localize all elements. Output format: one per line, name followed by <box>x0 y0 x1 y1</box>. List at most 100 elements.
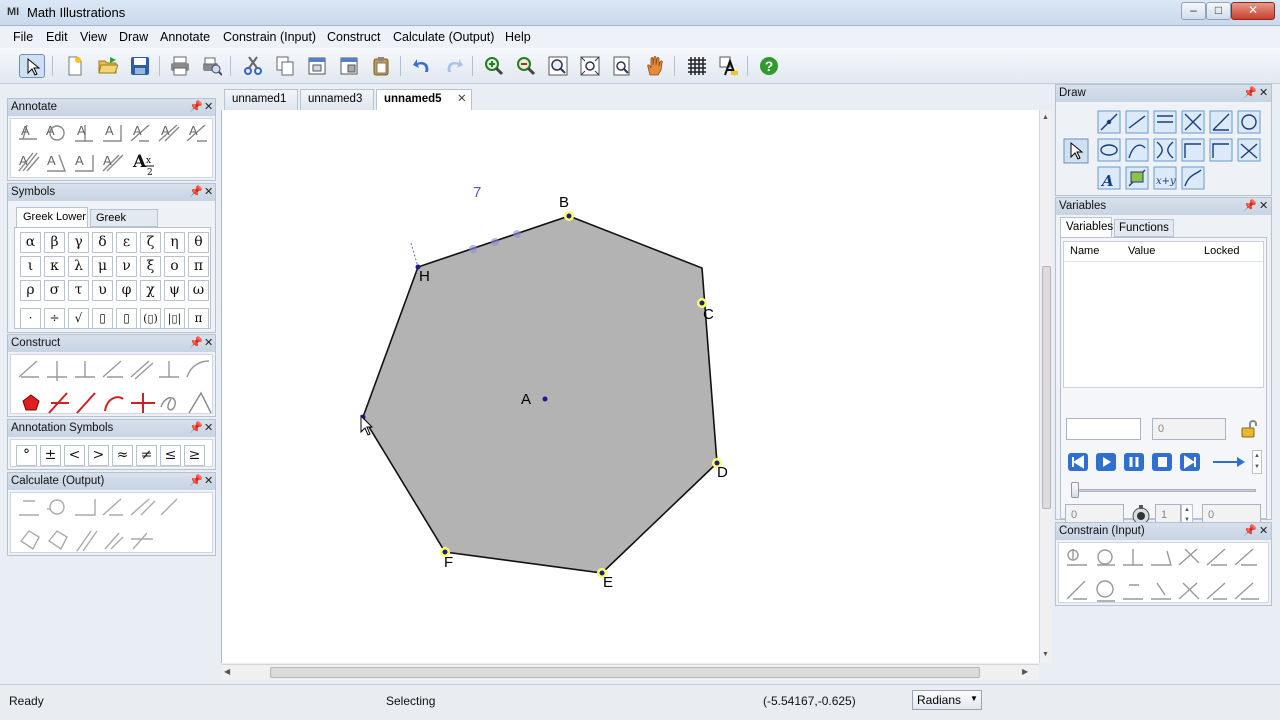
vertex-label-f[interactable]: F <box>444 554 453 571</box>
symbol-button[interactable]: < <box>64 445 85 466</box>
zoom-fit-icon[interactable] <box>545 54 571 78</box>
animation-slider-thumb[interactable] <box>1071 482 1079 498</box>
vertex-label-c[interactable]: C <box>703 306 714 323</box>
open-folder-icon[interactable] <box>95 54 121 78</box>
pan-hand-icon[interactable] <box>642 54 668 78</box>
symbol-button[interactable]: α <box>20 232 41 253</box>
symbol-button[interactable]: δ <box>92 232 113 253</box>
cut-scissors-icon[interactable] <box>240 54 266 78</box>
symbol-button[interactable]: π <box>188 308 209 329</box>
symbol-button[interactable]: ω <box>188 280 209 301</box>
redo-icon[interactable] <box>441 54 467 78</box>
symbol-button[interactable]: √ <box>68 308 89 329</box>
pin-icon[interactable]: 📌 <box>1243 523 1257 540</box>
print-preview-icon[interactable] <box>199 54 225 78</box>
close-icon[interactable]: ✕ <box>1259 198 1268 215</box>
close-icon[interactable]: ✕ <box>457 90 467 109</box>
variable-name-input[interactable] <box>1066 418 1141 440</box>
symbol-button[interactable]: ≥ <box>184 445 205 466</box>
menu-view[interactable]: View <box>80 30 107 44</box>
tab-greek-lower[interactable]: Greek Lower <box>16 207 88 227</box>
vertex-label-b[interactable]: B <box>559 194 569 211</box>
symbol-button[interactable]: φ <box>116 280 137 301</box>
symbol-button[interactable]: χ <box>140 280 161 301</box>
maximize-button[interactable]: □ <box>1206 2 1231 20</box>
symbol-button[interactable]: ο <box>164 256 185 277</box>
menu-calculate[interactable]: Calculate (Output) <box>393 30 494 44</box>
symbol-button[interactable]: υ <box>92 280 113 301</box>
select-arrow-icon[interactable] <box>19 54 45 78</box>
pin-icon[interactable]: 📌 <box>189 420 203 437</box>
menu-help[interactable]: Help <box>505 30 531 44</box>
scroll-down-icon[interactable]: ▼ <box>1042 651 1049 658</box>
scroll-thumb[interactable] <box>1042 266 1051 509</box>
symbol-button[interactable]: κ <box>44 256 65 277</box>
symbol-button[interactable]: ▯ <box>116 308 137 329</box>
symbol-button[interactable]: ▯ <box>92 308 113 329</box>
direction-spinner[interactable]: ▲ ▼ <box>1252 450 1262 474</box>
pin-icon[interactable]: 📌 <box>1243 198 1257 215</box>
skip-back-icon[interactable] <box>1067 452 1089 472</box>
new-document-icon[interactable] <box>62 54 88 78</box>
symbol-button[interactable]: ξ <box>140 256 161 277</box>
symbol-button[interactable]: ≠ <box>136 445 157 466</box>
symbol-button[interactable]: μ <box>92 256 113 277</box>
symbol-button[interactable]: π <box>188 256 209 277</box>
print-icon[interactable] <box>167 54 193 78</box>
menu-file[interactable]: File <box>13 30 33 44</box>
pin-icon[interactable]: 📌 <box>189 99 203 116</box>
stop-icon[interactable] <box>1151 452 1173 472</box>
symbol-button[interactable]: θ <box>188 232 209 253</box>
symbol-button[interactable]: ≈ <box>112 445 133 466</box>
horizontal-scrollbar[interactable]: ◀ ▶ <box>221 664 1039 680</box>
symbol-button[interactable]: τ <box>68 280 89 301</box>
help-icon[interactable]: ? <box>756 54 782 78</box>
scroll-up-icon[interactable]: ▲ <box>1042 114 1049 121</box>
drawing-canvas[interactable]: 7 B C D E F H A <box>221 110 1039 663</box>
copy-icon[interactable] <box>272 54 298 78</box>
vertex-label-d[interactable]: D <box>717 464 728 481</box>
symbol-button[interactable]: (▯) <box>140 308 161 329</box>
symbol-button[interactable]: σ <box>44 280 65 301</box>
pin-icon[interactable]: 📌 <box>189 335 203 352</box>
close-icon[interactable]: ✕ <box>1259 85 1268 102</box>
skip-forward-icon[interactable] <box>1179 452 1201 472</box>
close-icon[interactable]: ✕ <box>204 184 213 201</box>
tab-greek-upper[interactable]: Greek Upper <box>90 209 158 240</box>
symbol-button[interactable]: · <box>20 308 41 329</box>
play-icon[interactable] <box>1095 452 1117 472</box>
column-name[interactable]: Name <box>1070 245 1099 257</box>
menu-edit[interactable]: Edit <box>46 30 68 44</box>
zoom-selection-icon[interactable] <box>609 54 635 78</box>
center-label-a[interactable]: A <box>521 391 531 408</box>
close-icon[interactable]: ✕ <box>204 420 213 437</box>
menu-draw[interactable]: Draw <box>119 30 148 44</box>
vertex-label-e[interactable]: E <box>603 574 613 591</box>
symbol-button[interactable]: ζ <box>140 232 161 253</box>
symbol-button[interactable]: ρ <box>20 280 41 301</box>
minimize-button[interactable]: – <box>1181 2 1206 20</box>
save-disk-icon[interactable] <box>127 54 153 78</box>
menu-constrain[interactable]: Constrain (Input) <box>223 30 316 44</box>
zoom-out-icon[interactable] <box>513 54 539 78</box>
symbol-button[interactable]: ψ <box>164 280 185 301</box>
tab-unnamed1[interactable]: unnamed1 <box>224 89 298 110</box>
close-icon[interactable]: ✕ <box>204 335 213 352</box>
symbol-button[interactable]: λ <box>68 256 89 277</box>
symbol-button[interactable]: > <box>88 445 109 466</box>
symbol-button[interactable]: γ <box>68 232 89 253</box>
symbol-button[interactable]: ± <box>40 445 61 466</box>
paste-special-icon[interactable] <box>304 54 330 78</box>
symbol-button[interactable]: ° <box>16 445 37 466</box>
scroll-right-icon[interactable]: ▶ <box>1022 667 1028 676</box>
angle-unit-select[interactable]: Radians ▼ <box>912 690 982 710</box>
symbol-button[interactable]: ε <box>116 232 137 253</box>
scroll-thumb[interactable] <box>270 667 980 678</box>
close-button[interactable]: ✕ <box>1231 2 1275 20</box>
scroll-left-icon[interactable]: ◀ <box>224 667 230 676</box>
pause-icon[interactable] <box>1123 452 1145 472</box>
paste-format-icon[interactable] <box>336 54 362 78</box>
symbol-button[interactable]: ι <box>20 256 41 277</box>
column-value[interactable]: Value <box>1128 245 1155 257</box>
symbol-button[interactable]: |▯| <box>164 308 185 329</box>
